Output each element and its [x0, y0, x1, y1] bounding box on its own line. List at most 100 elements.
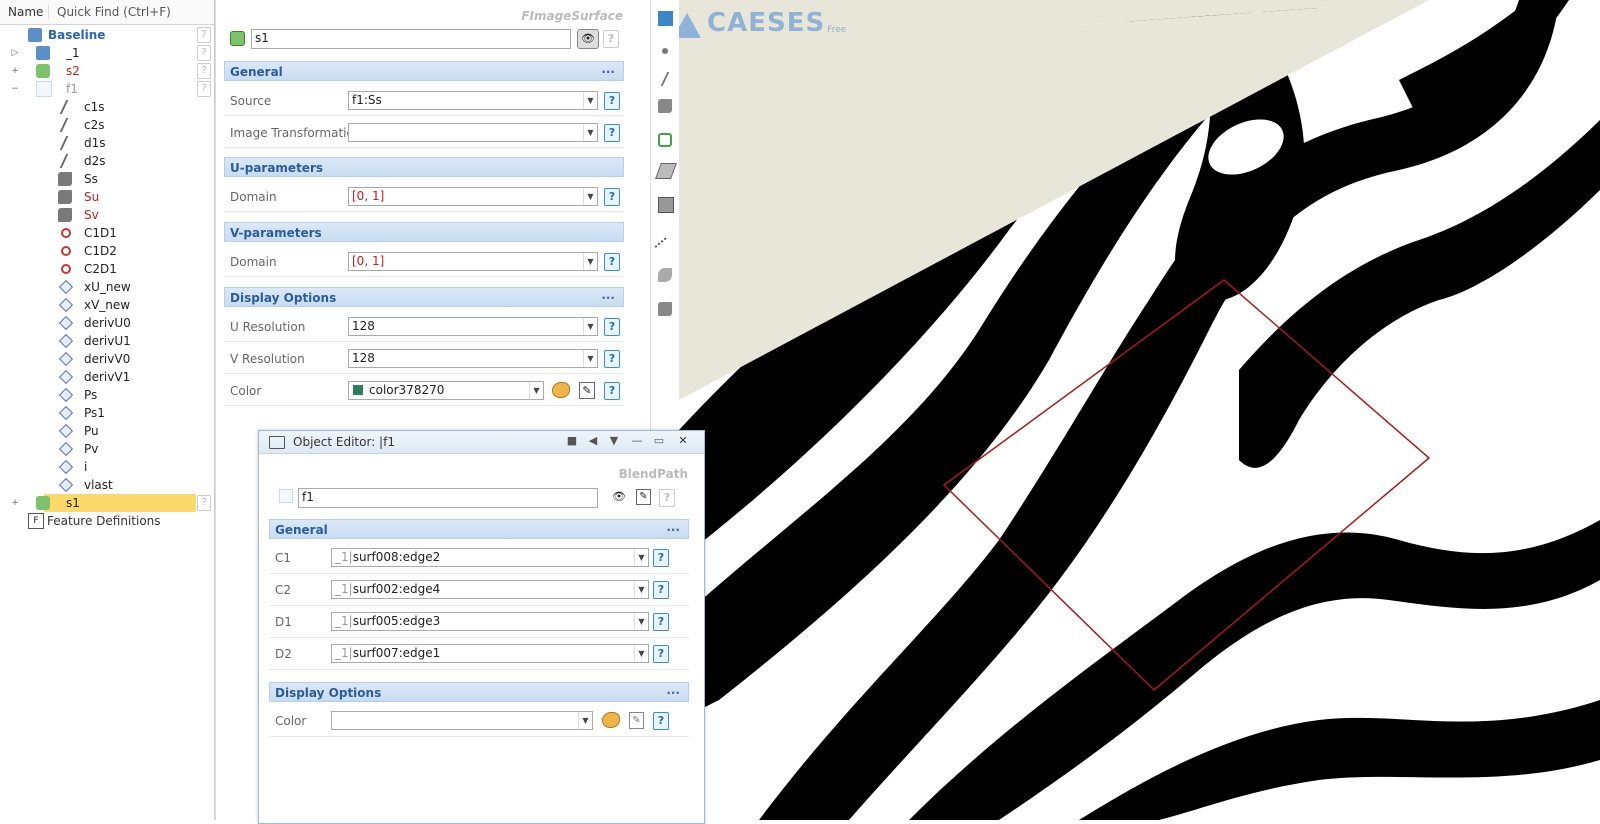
point-tool-icon[interactable] [662, 48, 668, 54]
chevron-down-icon[interactable]: ▼ [529, 382, 543, 399]
oe-visibility-eye-button[interactable]: 👁 [611, 489, 627, 505]
maximize-icon[interactable]: ▭ [652, 434, 666, 448]
surface-group-tool-icon[interactable] [658, 302, 672, 316]
tree-item[interactable]: C1D1 [0, 224, 214, 242]
tree-help-button[interactable]: ? [197, 45, 211, 61]
surface-tool-icon[interactable] [658, 99, 672, 113]
color-combo[interactable]: color378270 ▼ [348, 381, 544, 400]
oe-edge-combo[interactable]: _1|surf007:edge1 ▼ [331, 644, 649, 663]
tree-help-button[interactable]: ? [197, 27, 211, 43]
tree-item[interactable]: c2s [0, 116, 214, 134]
tree-item[interactable]: d2s [0, 152, 214, 170]
tree-item[interactable]: Su [0, 188, 214, 206]
section-display-options[interactable]: Display Options ··· [224, 287, 624, 307]
oe-help-button[interactable]: ? [653, 581, 669, 599]
oe-section-display-options[interactable]: Display Options ··· [269, 682, 689, 702]
palette-icon[interactable] [552, 382, 570, 398]
visibility-eye-button[interactable]: 👁 [577, 29, 599, 49]
help-button-u-domain[interactable]: ? [604, 188, 620, 206]
help-button-color[interactable]: ? [604, 382, 620, 400]
oe-edit-pencil-icon-color[interactable]: ✎ [629, 712, 644, 729]
close-icon[interactable]: ✕ [676, 434, 690, 448]
oe-name-input[interactable]: f1 [298, 488, 598, 508]
tree-item[interactable]: + s1? [0, 494, 214, 512]
oe-section-display-menu[interactable]: ··· [666, 683, 680, 703]
chevron-down-icon[interactable]: ▼ [583, 188, 597, 205]
chevron-down-icon[interactable]: ▼ [583, 124, 597, 141]
section-v-parameters[interactable]: V-parameters [224, 222, 624, 242]
minimize-icon[interactable]: — [630, 434, 644, 448]
u-domain-combo[interactable]: [0, 1] ▼ [348, 187, 598, 206]
image-surface-tool-icon[interactable] [658, 133, 672, 147]
tree-item[interactable]: derivU1 [0, 332, 214, 350]
chevron-down-icon[interactable]: ▼ [583, 253, 597, 270]
tree-item[interactable]: Sv [0, 206, 214, 224]
help-button-transformation[interactable]: ? [604, 124, 620, 142]
tree-item[interactable]: c1s [0, 98, 214, 116]
tree-expander-icon[interactable]: + [10, 498, 20, 508]
tree-help-button[interactable]: ? [197, 63, 211, 79]
section-u-parameters[interactable]: U-parameters [224, 157, 624, 177]
help-button-name[interactable]: ? [603, 30, 619, 48]
plane-tool-icon[interactable] [655, 163, 677, 179]
tree-item[interactable]: xU_new [0, 278, 214, 296]
oe-help-button-color[interactable]: ? [653, 712, 669, 730]
oe-palette-icon[interactable] [602, 712, 620, 728]
tree-item[interactable]: derivV0 [0, 350, 214, 368]
section-general-menu[interactable]: ··· [601, 62, 615, 82]
tree-item[interactable]: C2D1 [0, 260, 214, 278]
tree-item[interactable]: xV_new [0, 296, 214, 314]
section-display-menu[interactable]: ··· [601, 288, 615, 308]
chevron-down-icon[interactable]: ▼ [583, 350, 597, 367]
solid-tool-icon[interactable] [658, 197, 674, 213]
shape-tool-icon[interactable] [658, 268, 672, 282]
oe-section-general-menu[interactable]: ··· [666, 520, 680, 540]
object-editor-titlebar[interactable]: Object Editor: |f1 ■ ◀ ▼ — ▭ ✕ [259, 431, 704, 454]
tree-item[interactable]: i [0, 458, 214, 476]
tree-item[interactable]: Ss [0, 170, 214, 188]
back-icon[interactable]: ◀ [586, 434, 600, 448]
oe-edit-pencil-icon[interactable]: ✎ [636, 489, 651, 505]
help-button-v-resolution[interactable]: ? [604, 350, 620, 368]
3d-viewport[interactable]: CAESES Free [679, 0, 1600, 820]
tree-help-button[interactable]: ? [197, 495, 211, 511]
name-column-header[interactable]: Name [0, 5, 49, 19]
object-name-input[interactable]: s1 [251, 29, 571, 49]
tree-item[interactable]: Ps1 [0, 404, 214, 422]
quick-find-input[interactable]: Quick Find (Ctrl+F) [49, 5, 171, 19]
tree-item[interactable]: ▷FFeature Definitions [0, 512, 214, 530]
help-button-u-resolution[interactable]: ? [604, 318, 620, 336]
oe-section-general[interactable]: General ··· [269, 519, 689, 539]
select-tool-icon[interactable] [658, 11, 673, 26]
curve-tool-icon[interactable] [660, 72, 672, 86]
edit-pencil-icon[interactable]: ✎ [579, 382, 595, 399]
tree-item[interactable]: derivV1 [0, 368, 214, 386]
v-domain-combo[interactable]: [0, 1] ▼ [348, 252, 598, 271]
oe-color-combo[interactable]: ▼ [331, 711, 593, 730]
tree-item[interactable]: C1D2 [0, 242, 214, 260]
u-resolution-combo[interactable]: 128 ▼ [348, 317, 598, 336]
chevron-down-icon[interactable]: ▼ [634, 549, 648, 566]
tree-item[interactable]: + s2? [0, 62, 214, 80]
tree-item[interactable]: Ps [0, 386, 214, 404]
oe-help-button-name[interactable]: ? [659, 489, 675, 507]
image-transformation-combo[interactable]: ▼ [348, 123, 598, 142]
stop-icon[interactable]: ■ [565, 434, 579, 448]
oe-edge-combo[interactable]: _1|surf002:edge4 ▼ [331, 580, 649, 599]
tree-item[interactable]: − f1? [0, 80, 214, 98]
chevron-down-icon[interactable]: ▼ [578, 712, 592, 729]
polyline-tool-icon[interactable] [654, 237, 676, 259]
chevron-down-icon[interactable]: ▼ [634, 645, 648, 662]
tree-item[interactable]: Pu [0, 422, 214, 440]
v-resolution-combo[interactable]: 128 ▼ [348, 349, 598, 368]
oe-help-button[interactable]: ? [653, 645, 669, 663]
source-combo[interactable]: f1:Ss ▼ [348, 91, 598, 110]
tree-item[interactable]: Pv [0, 440, 214, 458]
chevron-down-icon[interactable]: ▼ [583, 318, 597, 335]
tree-item[interactable]: vlast [0, 476, 214, 494]
oe-edge-combo[interactable]: _1|surf008:edge2 ▼ [331, 548, 649, 567]
tree-expander-icon[interactable]: + [10, 66, 20, 76]
section-general[interactable]: General ··· [224, 61, 624, 81]
tree-expander-icon[interactable]: ▷ [10, 48, 20, 58]
chevron-down-icon[interactable]: ▼ [634, 613, 648, 630]
